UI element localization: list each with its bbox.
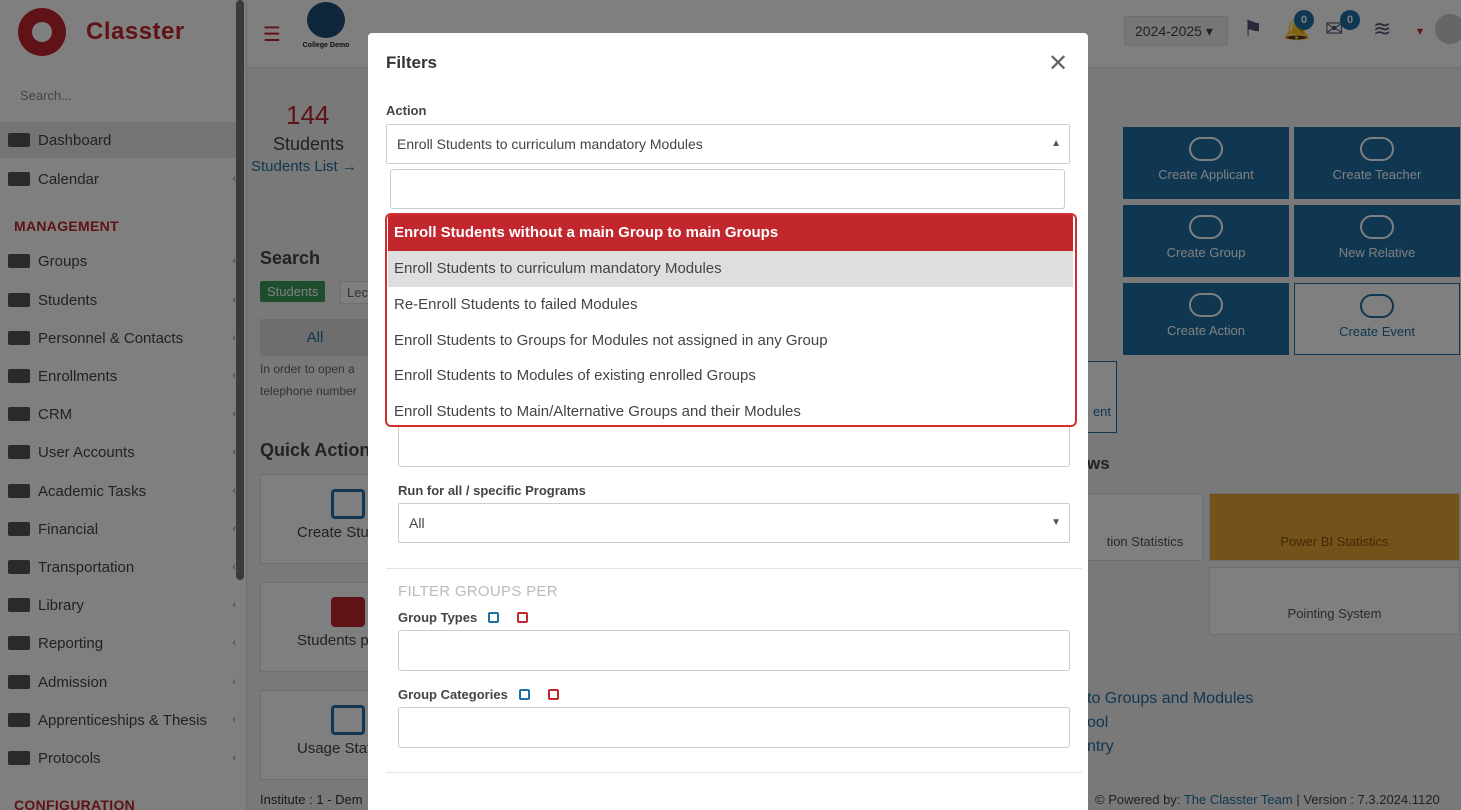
filter-groups-per-heading: FILTER GROUPS PER: [398, 583, 558, 600]
programs-select[interactable]: All ▼: [398, 503, 1070, 543]
deselect-all-icon[interactable]: [548, 689, 559, 700]
group-types-label: Group Types: [398, 610, 478, 625]
select-all-check-icon[interactable]: [488, 612, 499, 623]
option-failed-modules[interactable]: Re-Enroll Students to failed Modules: [388, 287, 1073, 323]
action-label: Action: [386, 103, 427, 118]
group-types-input[interactable]: [398, 630, 1070, 671]
divider: [386, 568, 1082, 569]
option-existing-groups[interactable]: Enroll Students to Modules of existing e…: [388, 358, 1073, 394]
action-select[interactable]: Enroll Students to curriculum mandatory …: [386, 124, 1070, 164]
close-icon[interactable]: ✕: [1048, 49, 1068, 78]
option-unassigned-modules[interactable]: Enroll Students to Groups for Modules no…: [388, 323, 1073, 359]
hidden-field-input[interactable]: [398, 425, 1070, 467]
option-main-groups[interactable]: Enroll Students without a main Group to …: [388, 215, 1073, 251]
caret-down-icon: ▼: [1051, 517, 1061, 528]
group-categories-label: Group Categories: [398, 687, 508, 702]
modal-title: Filters: [386, 53, 438, 72]
divider: [386, 772, 1082, 773]
deselect-all-icon[interactable]: [517, 612, 528, 623]
programs-label: Run for all / specific Programs: [398, 483, 586, 498]
group-categories-input[interactable]: [398, 707, 1070, 748]
action-search-input[interactable]: [390, 169, 1065, 209]
option-alternative-groups[interactable]: Enroll Students to Main/Alternative Grou…: [388, 394, 1073, 425]
action-options-dropdown: Enroll Students without a main Group to …: [385, 213, 1077, 427]
caret-up-icon: ▲: [1051, 138, 1061, 149]
select-all-check-icon[interactable]: [519, 689, 530, 700]
option-mandatory-modules[interactable]: Enroll Students to curriculum mandatory …: [388, 251, 1073, 287]
